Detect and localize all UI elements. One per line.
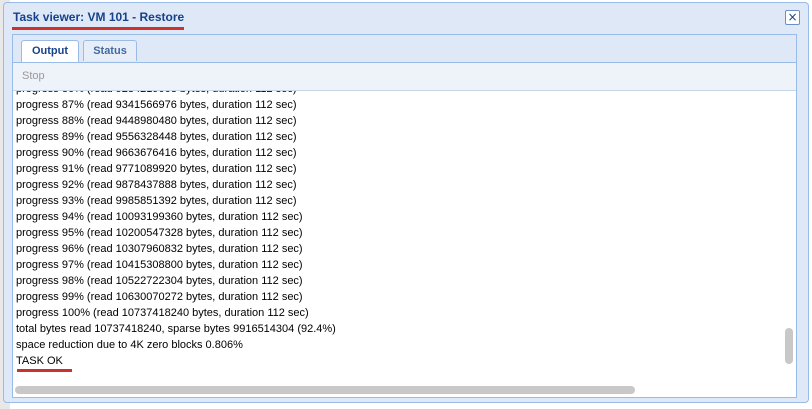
window-title: Task viewer: VM 101 - Restore xyxy=(13,10,185,24)
horizontal-scroll-thumb[interactable] xyxy=(15,386,635,394)
log-line: progress 97% (read 10415308800 bytes, du… xyxy=(16,259,303,271)
log-line: progress 93% (read 9985851392 bytes, dur… xyxy=(16,195,297,207)
task-status-line: TASK OK xyxy=(16,355,63,367)
log-lines: progress 86% (read 9234219008 bytes, dur… xyxy=(16,91,336,369)
log-line: progress 98% (read 10522722304 bytes, du… xyxy=(16,275,303,287)
log-line: progress 96% (read 10307960832 bytes, du… xyxy=(16,243,303,255)
tab-panel: Output Status Stop progress 86% (read 92… xyxy=(12,34,797,398)
toolbar: Stop xyxy=(13,63,796,91)
horizontal-scrollbar[interactable] xyxy=(13,383,796,397)
log-line: progress 92% (read 9878437888 bytes, dur… xyxy=(16,179,297,191)
output-log[interactable]: progress 86% (read 9234219008 bytes, dur… xyxy=(13,91,796,397)
log-line: progress 94% (read 10093199360 bytes, du… xyxy=(16,211,303,223)
close-icon[interactable]: × xyxy=(785,10,800,25)
log-line: progress 87% (read 9341566976 bytes, dur… xyxy=(16,99,297,111)
log-line: progress 99% (read 10630070272 bytes, du… xyxy=(16,291,303,303)
title-highlight-underline xyxy=(12,27,184,30)
task-ok-highlight-underline xyxy=(17,369,72,372)
log-line: total bytes read 10737418240, sparse byt… xyxy=(16,323,336,335)
vertical-scroll-thumb[interactable] xyxy=(785,328,793,364)
log-line: progress 88% (read 9448980480 bytes, dur… xyxy=(16,115,297,127)
tab-output[interactable]: Output xyxy=(21,40,79,62)
window-titlebar[interactable]: Task viewer: VM 101 - Restore × xyxy=(4,3,808,32)
task-viewer-window: Task viewer: VM 101 - Restore × Output S… xyxy=(3,2,809,403)
vertical-scrollbar[interactable] xyxy=(784,91,794,381)
log-line: progress 100% (read 10737418240 bytes, d… xyxy=(16,307,309,319)
log-line: space reduction due to 4K zero blocks 0.… xyxy=(16,339,243,351)
tab-strip: Output Status xyxy=(13,35,796,63)
log-line: progress 90% (read 9663676416 bytes, dur… xyxy=(16,147,297,159)
log-line: progress 89% (read 9556328448 bytes, dur… xyxy=(16,131,297,143)
log-line: progress 91% (read 9771089920 bytes, dur… xyxy=(16,163,297,175)
log-line: progress 95% (read 10200547328 bytes, du… xyxy=(16,227,303,239)
tab-status[interactable]: Status xyxy=(83,40,137,61)
stop-button[interactable]: Stop xyxy=(22,70,45,82)
